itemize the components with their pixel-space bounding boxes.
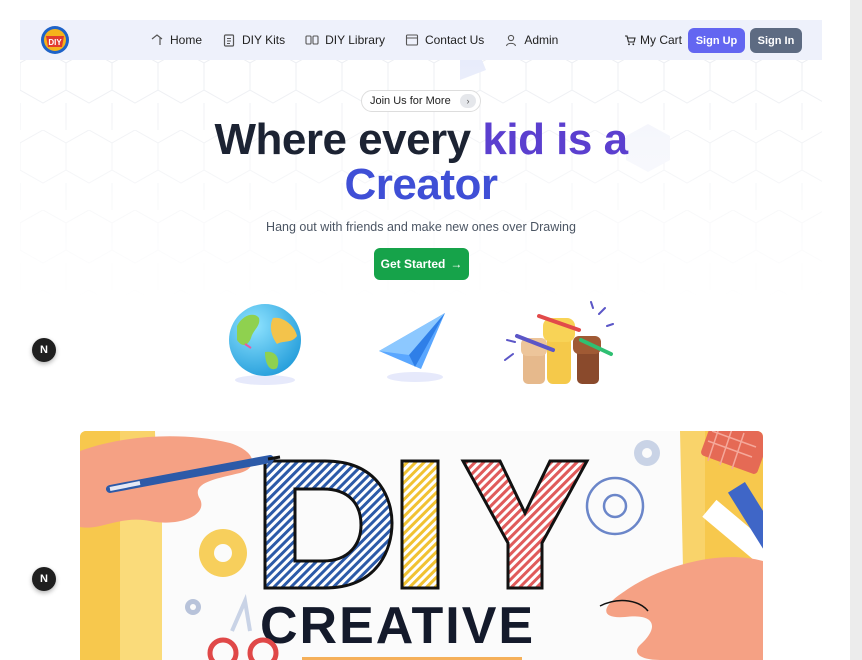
clipboard-icon	[223, 34, 235, 47]
raised-fists-icon	[504, 301, 614, 384]
diy-creative-banner: CREATIVE	[80, 431, 763, 660]
banner-creative-text: CREATIVE	[260, 597, 535, 655]
get-started-label: Get Started	[380, 257, 446, 271]
nav-diy-library-label: DIY Library	[325, 33, 385, 47]
nav-admin[interactable]: Admin	[504, 33, 558, 47]
sign-in-button[interactable]: Sign In	[750, 28, 802, 53]
scrollbar-track[interactable]	[850, 0, 862, 660]
nav-contact-us[interactable]: Contact Us	[405, 33, 484, 47]
user-icon	[506, 34, 517, 47]
chevron-right-icon: ›	[460, 94, 476, 108]
home-icon	[151, 34, 163, 45]
headline-accent: kid is a	[482, 115, 628, 164]
join-us-pill[interactable]: Join Us for More ›	[361, 90, 481, 112]
nav-links: Home DIY Kits DIY Library Contact Us Adm…	[150, 20, 578, 60]
nav-home[interactable]: Home	[150, 33, 202, 47]
globe-icon	[229, 304, 301, 385]
my-cart-label: My Cart	[640, 33, 682, 47]
nav-home-label: Home	[170, 33, 203, 47]
hero-subtitle: Hang out with friends and make new ones …	[266, 220, 576, 234]
arrow-right-icon: →	[450, 257, 463, 271]
paper-plane-icon	[379, 313, 445, 382]
join-us-label: Join Us for More	[370, 95, 451, 107]
my-cart-link[interactable]: My Cart	[624, 20, 682, 60]
nav-diy-library[interactable]: DIY Library	[305, 33, 385, 47]
contact-icon	[405, 34, 419, 46]
library-icon	[305, 35, 319, 45]
nav-contact-us-label: Contact Us	[424, 33, 485, 47]
headline-text: Where every	[214, 115, 483, 164]
hero-headline-line2: Creator	[344, 160, 499, 209]
top-navbar: DIY Home DIY Kits DIY Library Contact Us	[20, 20, 822, 60]
nav-diy-kits-label: DIY Kits	[242, 33, 286, 47]
get-started-button[interactable]: Get Started →	[374, 248, 469, 280]
diy-logo[interactable]: DIY	[40, 25, 70, 55]
next-dev-badge-bottom[interactable]: N	[32, 567, 56, 591]
page: DIY Home DIY Kits DIY Library Contact Us	[20, 0, 822, 660]
nav-diy-kits[interactable]: DIY Kits	[222, 33, 285, 47]
cart-icon	[625, 35, 636, 46]
svg-text:DIY: DIY	[48, 38, 62, 47]
sign-up-button[interactable]: Sign Up	[688, 28, 745, 53]
nav-admin-label: Admin	[524, 33, 559, 47]
next-dev-badge[interactable]: N	[32, 338, 56, 362]
